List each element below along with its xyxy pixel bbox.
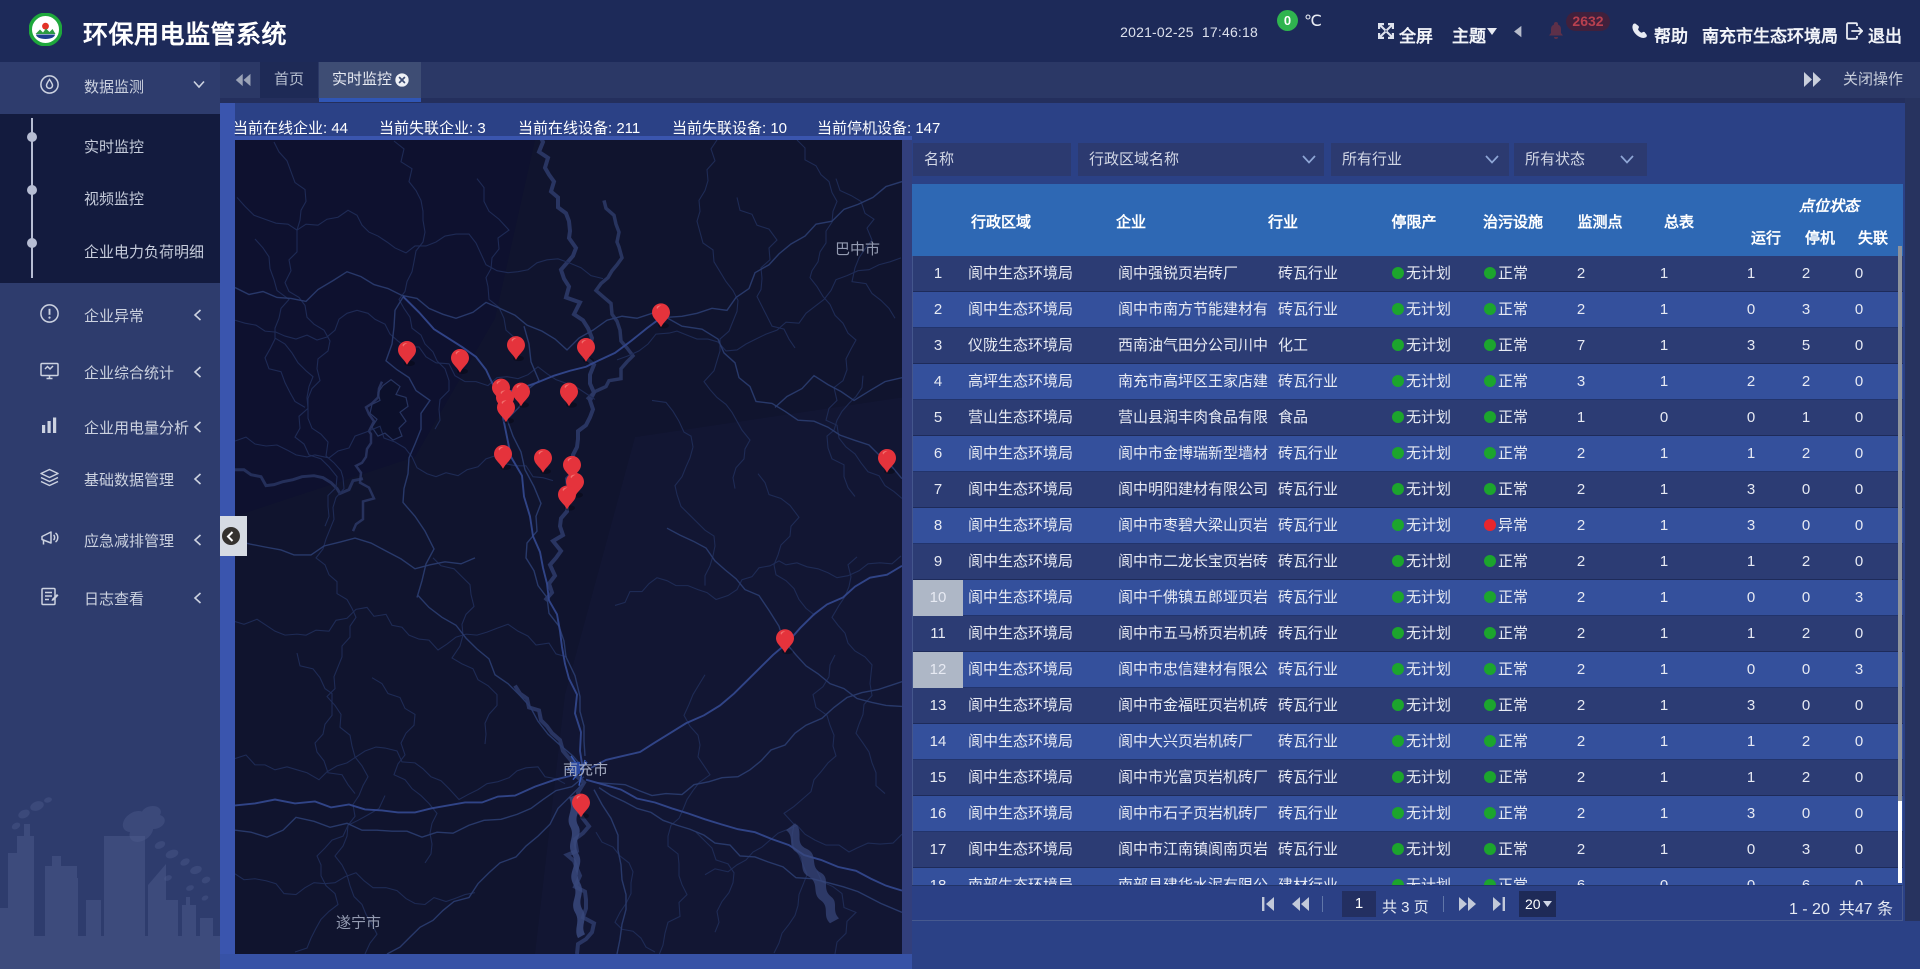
svg-text:巴中市: 巴中市 — [835, 241, 880, 258]
svg-text:南充市: 南充市 — [563, 762, 608, 779]
svg-text:遂宁市: 遂宁市 — [336, 914, 381, 931]
